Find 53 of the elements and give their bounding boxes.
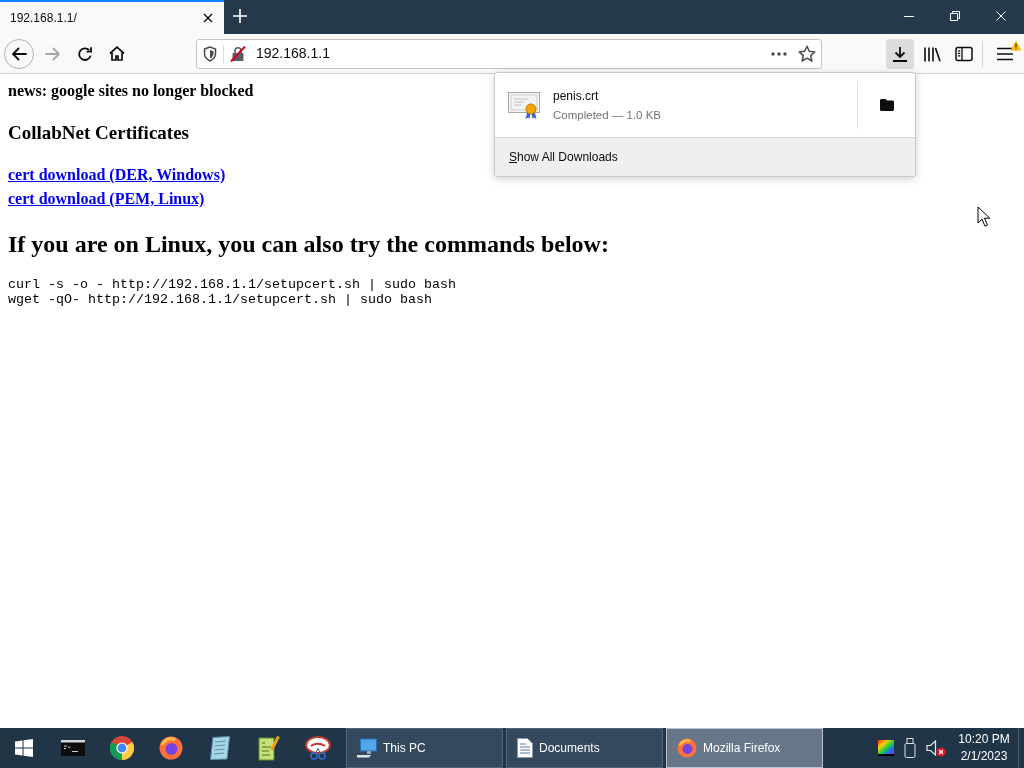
instructions-heading: If you are on Linux, you can also try the commands below: <box>8 230 609 258</box>
scissors-icon <box>304 736 331 760</box>
plus-icon <box>233 9 247 23</box>
command-line: wget -qO- http://192.168.1.1/setupcert.sh | sudo bash <box>8 292 432 307</box>
home-icon <box>109 46 125 61</box>
clock-date[interactable]: 2/1/2023 <box>960 748 1008 765</box>
usb-drive-icon[interactable] <box>904 738 916 758</box>
shield-icon[interactable] <box>203 45 217 62</box>
menu-icon <box>997 46 1013 61</box>
bookmark-star-icon[interactable] <box>798 45 816 62</box>
restore-icon <box>950 11 960 21</box>
fox-icon <box>158 736 183 760</box>
insecure-lock-icon[interactable] <box>230 45 246 62</box>
taskbar-window-button[interactable]: This PC <box>346 728 503 768</box>
section-heading: CollabNet Certificates <box>8 122 189 144</box>
sidebar-icon <box>955 45 973 62</box>
downloads-button[interactable] <box>886 38 914 69</box>
address-bar[interactable]: 192.168.1.1 <box>196 38 822 69</box>
browser-tab[interactable]: 192.168.1.1/ <box>0 0 224 34</box>
show-all-downloads-button[interactable]: Show All Downloads <box>495 137 915 176</box>
mouse-pointer-icon <box>977 206 990 227</box>
download-link[interactable]: cert download (PEM, Linux) <box>8 190 205 207</box>
close-icon <box>203 13 213 23</box>
terminal-icon <box>60 740 85 756</box>
download-icon <box>892 45 908 62</box>
certificate-icon <box>508 90 540 120</box>
library-icon <box>923 45 941 62</box>
close-icon <box>996 11 1006 21</box>
reload-icon <box>77 45 93 62</box>
document-icon <box>517 738 533 758</box>
windows-logo-icon <box>15 739 33 757</box>
taskbar-window-button[interactable]: Documents <box>506 728 663 768</box>
clock-time[interactable]: 10:20 PM <box>958 731 1010 748</box>
command-line: curl -s -o - http://192.168.1.1/setupcert.sh | sudo bash <box>8 277 456 292</box>
folder-icon <box>879 99 894 111</box>
download-status: Completed — 1.0 KB <box>553 107 662 123</box>
download-filename[interactable]: penis.crt <box>553 87 599 104</box>
forward-arrow-icon <box>45 46 61 61</box>
minimize-icon <box>904 15 914 17</box>
back-button[interactable] <box>4 38 34 69</box>
fox-icon <box>677 738 697 758</box>
download-link[interactable]: cert download (DER, Windows) <box>8 166 226 183</box>
speaker-muted-icon[interactable] <box>926 739 946 757</box>
browser-icon <box>109 736 134 760</box>
notepad-icon <box>208 736 231 760</box>
computer-icon <box>357 738 377 758</box>
url-text[interactable]: 192.168.1.1 <box>256 43 330 64</box>
news-text: news: google sites no longer blocked <box>8 82 254 100</box>
back-arrow-icon <box>11 46 27 61</box>
taskbar-window-button[interactable]: Mozilla Firefox <box>666 728 823 768</box>
document-pencil-icon <box>257 735 280 761</box>
more-icon[interactable] <box>771 51 787 56</box>
display-icon[interactable] <box>878 740 894 756</box>
